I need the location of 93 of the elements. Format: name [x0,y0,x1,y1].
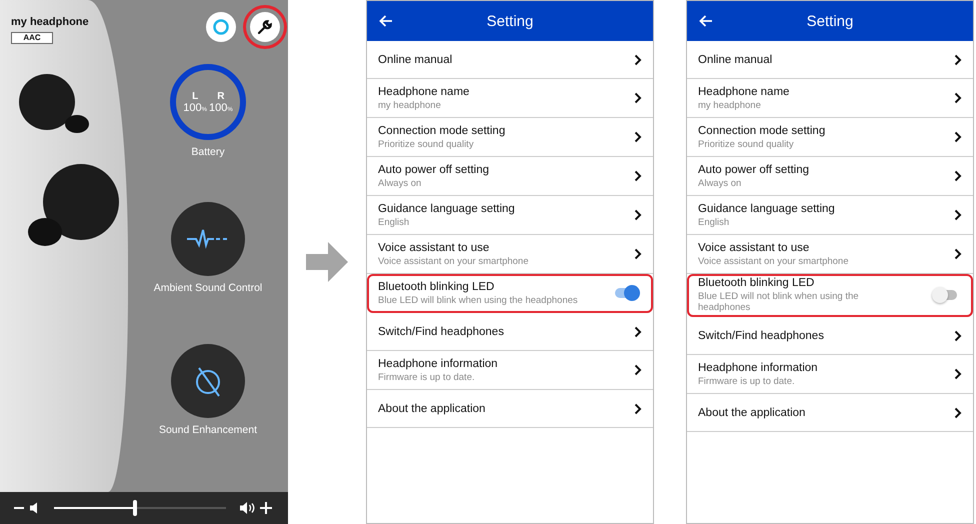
ring-icon [212,18,230,36]
row-subtitle: my headphone [698,100,762,110]
volume-up-icon[interactable] [240,501,274,515]
chevron-icon [634,170,642,182]
toggle-row[interactable]: Bluetooth blinking LED Blue LED will blink when using the headphones [367,274,653,313]
row-title: Auto power off setting [698,164,810,176]
screen-title: Setting [486,12,534,30]
settings-row[interactable]: Online manual [367,41,653,79]
battery-label: Battery [191,146,225,158]
row-title: Headphone name [698,86,790,98]
row-subtitle: Blue LED will blink when using the headphones [378,294,579,306]
row-title: Connection mode setting [698,124,826,136]
settings-row[interactable]: Headphone information Firmware is up to date. [687,355,973,394]
row-title: Connection mode setting [378,124,506,136]
chevron-icon [634,326,642,338]
settings-button[interactable] [250,12,280,42]
row-subtitle: Blue LED will not blink when using the headphones [698,291,860,313]
row-title: Guidance language setting [698,202,836,214]
chevron-icon [954,131,962,143]
row-title: Guidance language setting [378,202,516,214]
chevron-icon [634,92,642,104]
chevron-icon [954,92,962,104]
row-subtitle: Prioritize sound quality [698,138,795,150]
row-title: Voice assistant to use [378,242,490,254]
device-name: my headphone [11,16,90,28]
settings-row[interactable]: Guidance language setting English [367,196,653,235]
chevron-icon [954,170,962,182]
row-subtitle: Voice assistant on your smartphone [698,256,850,266]
arrow-icon [306,242,348,282]
chevron-icon [634,131,642,143]
row-title: Voice assistant to use [698,242,810,254]
settings-row[interactable]: About the application [367,390,653,428]
chevron-icon [954,330,962,342]
row-title: Headphone name [378,86,470,98]
chevron-icon [954,368,962,380]
settings-row[interactable]: Headphone name my headphone [687,79,973,118]
row-subtitle: Voice assistant on your smartphone [378,256,530,266]
volume-down-icon[interactable] [14,502,40,514]
settings-row[interactable]: Voice assistant to use Voice assistant on your smartphone [367,235,653,274]
chevron-icon [634,209,642,221]
toggle-row[interactable]: Bluetooth blinking LED Blue LED will not blink when using the headphones [687,274,973,317]
settings-row[interactable]: Connection mode setting Prioritize sound quality [687,118,973,157]
chevron-icon [634,54,642,66]
row-title: About the application [698,406,806,418]
settings-row[interactable]: About the application [687,394,973,432]
settings-row[interactable]: Connection mode setting Prioritize sound quality [367,118,653,157]
chevron-icon [634,402,642,414]
row-title: Switch/Find headphones [378,326,505,338]
row-title: Headphone information [698,362,819,374]
row-subtitle: English [378,216,410,228]
feature-label: Sound Enhancement [158,424,258,436]
chevron-icon [634,248,642,260]
row-title: Headphone information [378,358,499,370]
settings-row[interactable]: Auto power off setting Always on [687,157,973,196]
row-title: Switch/Find headphones [698,330,825,342]
settings-row[interactable]: Headphone information Firmware is up to date. [367,351,653,390]
row-title: Bluetooth blinking LED [698,277,816,289]
row-subtitle: English [698,216,730,228]
chevron-icon [954,209,962,221]
settings-row[interactable]: Headphone name my headphone [367,79,653,118]
row-title: Online manual [378,54,454,66]
codec-label: AAC [11,32,53,44]
chevron-icon [954,54,962,66]
settings-row[interactable]: Guidance language setting English [687,196,973,235]
chevron-icon [954,248,962,260]
side-label: L [192,90,198,102]
back-arrow-icon [699,15,713,27]
waveform-icon [186,228,230,250]
settings-row[interactable]: Switch/Find headphones [367,313,653,351]
toggle-switch[interactable] [615,288,637,298]
row-subtitle: Prioritize sound quality [378,138,475,150]
row-title: About the application [378,402,486,414]
row-title: Online manual [698,54,774,66]
side-label: R [217,90,224,102]
row-subtitle: Firmware is up to date. [698,376,796,386]
assistant-button[interactable] [206,12,236,42]
chevron-icon [954,406,962,418]
settings-row[interactable]: Online manual [687,41,973,79]
settings-row[interactable]: Voice assistant to use Voice assistant on your smartphone [687,235,973,274]
row-subtitle: my headphone [378,100,442,110]
back-arrow-icon [379,15,393,27]
wrench-icon [256,18,274,36]
row-title: Bluetooth blinking LED [378,280,496,292]
screen-title: Setting [806,12,854,30]
settings-row[interactable]: Auto power off setting Always on [367,157,653,196]
row-subtitle: Always on [698,178,742,188]
toggle-switch[interactable] [935,290,957,300]
row-title: Auto power off setting [378,164,490,176]
row-subtitle: Always on [378,178,422,188]
settings-row[interactable]: Switch/Find headphones [687,317,973,355]
chevron-icon [634,364,642,376]
feature-label: Ambient Sound Control [154,282,262,294]
row-subtitle: Firmware is up to date. [378,372,476,382]
